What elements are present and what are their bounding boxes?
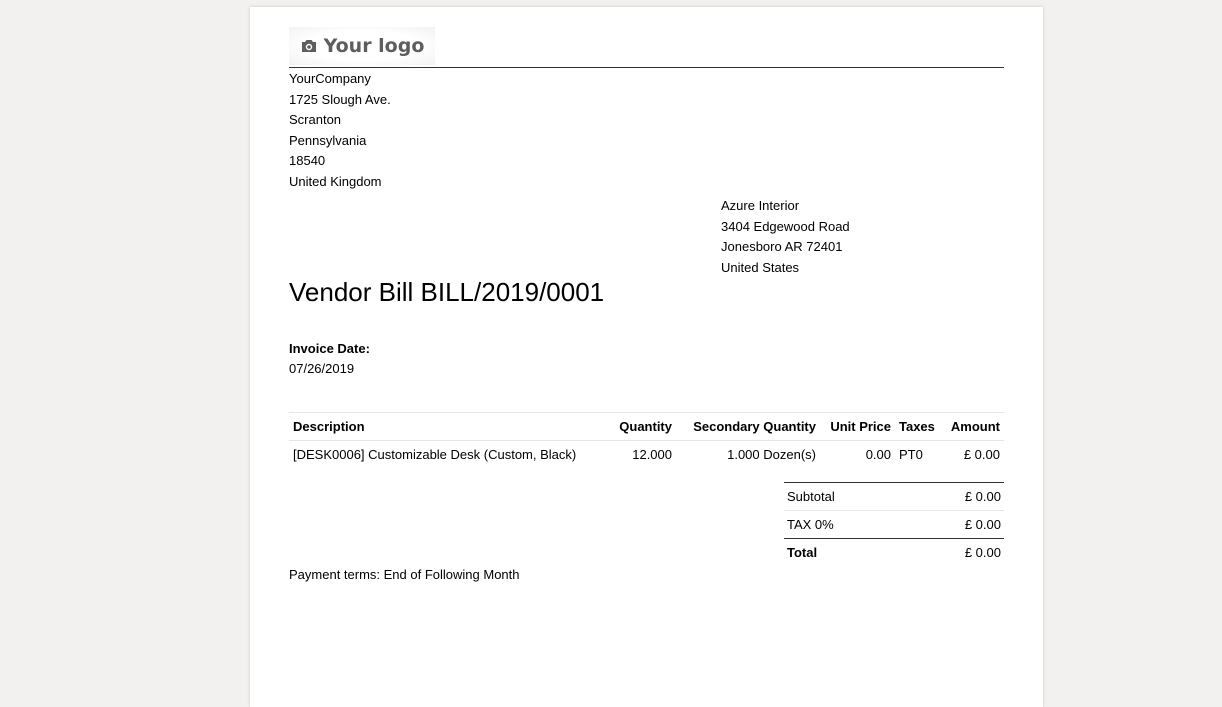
invoice-date-label: Invoice Date: [289, 341, 370, 356]
invoice-lines-table: Description Quantity Secondary Quantity … [289, 412, 1004, 467]
line-secondary-quantity: 1.000 Dozen(s) [727, 446, 816, 462]
company-logo: Your logo [289, 27, 435, 65]
line-taxes: PT0 [899, 446, 923, 462]
company-street: 1725 Slough Ave. [289, 91, 391, 107]
invoice-date-value: 07/26/2019 [289, 361, 355, 376]
line-amount: £ 0.00 [963, 446, 1000, 462]
total-label: Total [787, 545, 818, 560]
header-description: Description [289, 412, 610, 441]
subtotal-label: Subtotal [784, 482, 908, 511]
subtotal-value: £ 0.00 [907, 482, 1004, 511]
table-header-row: Description Quantity Secondary Quantity … [289, 412, 1004, 441]
logo-text: Your logo [323, 35, 425, 57]
subtotal-row: Subtotal £ 0.00 [784, 482, 1004, 511]
partner-address: Azure Interior 3404 Edgewood Road Jonesb… [721, 196, 850, 278]
partner-name: Azure Interior [721, 198, 800, 213]
company-country: United Kingdom [289, 173, 382, 189]
document-title: Vendor Bill BILL/2019/0001 [289, 277, 605, 307]
tax-row: TAX 0% £ 0.00 [784, 510, 1004, 539]
partner-city: Jonesboro AR 72401 [721, 239, 843, 254]
total-row: Total £ 0.00 [784, 539, 1004, 567]
camera-icon [300, 38, 318, 54]
line-quantity: 12.000 [632, 446, 672, 462]
payment-terms: Payment terms: End of Following Month [289, 567, 520, 582]
header-unit-price: Unit Price [820, 412, 895, 441]
invoice-date-block: Invoice Date: 07/26/2019 [289, 339, 370, 379]
header-taxes: Taxes [895, 412, 944, 441]
table-row: [DESK0006] Customizable Desk (Custom, Bl… [289, 441, 1004, 468]
company-city: Scranton [289, 112, 342, 127]
line-description: [DESK0006] Customizable Desk (Custom, Bl… [293, 446, 577, 462]
header-divider [289, 67, 1004, 68]
company-address: YourCompany 1725 Slough Ave. Scranton Pe… [289, 69, 391, 192]
company-name: YourCompany [289, 71, 371, 86]
company-zip: 18540 [289, 153, 326, 168]
header-secondary-quantity: Secondary Quantity [676, 412, 820, 441]
partner-street: 3404 Edgewood Road [721, 218, 850, 234]
company-state: Pennsylvania [289, 132, 367, 148]
report-page: Your logo YourCompany 1725 Slough Ave. S… [250, 7, 1043, 707]
header-quantity: Quantity [610, 412, 676, 441]
tax-value: £ 0.00 [907, 510, 1004, 539]
tax-label: TAX 0% [784, 510, 908, 539]
header-amount: Amount [944, 412, 1004, 441]
total-value: £ 0.00 [964, 545, 1001, 560]
line-unit-price: 0.00 [865, 446, 891, 462]
partner-country: United States [721, 259, 800, 275]
totals-table: Subtotal £ 0.00 TAX 0% £ 0.00 Total £ 0.… [784, 482, 1004, 566]
